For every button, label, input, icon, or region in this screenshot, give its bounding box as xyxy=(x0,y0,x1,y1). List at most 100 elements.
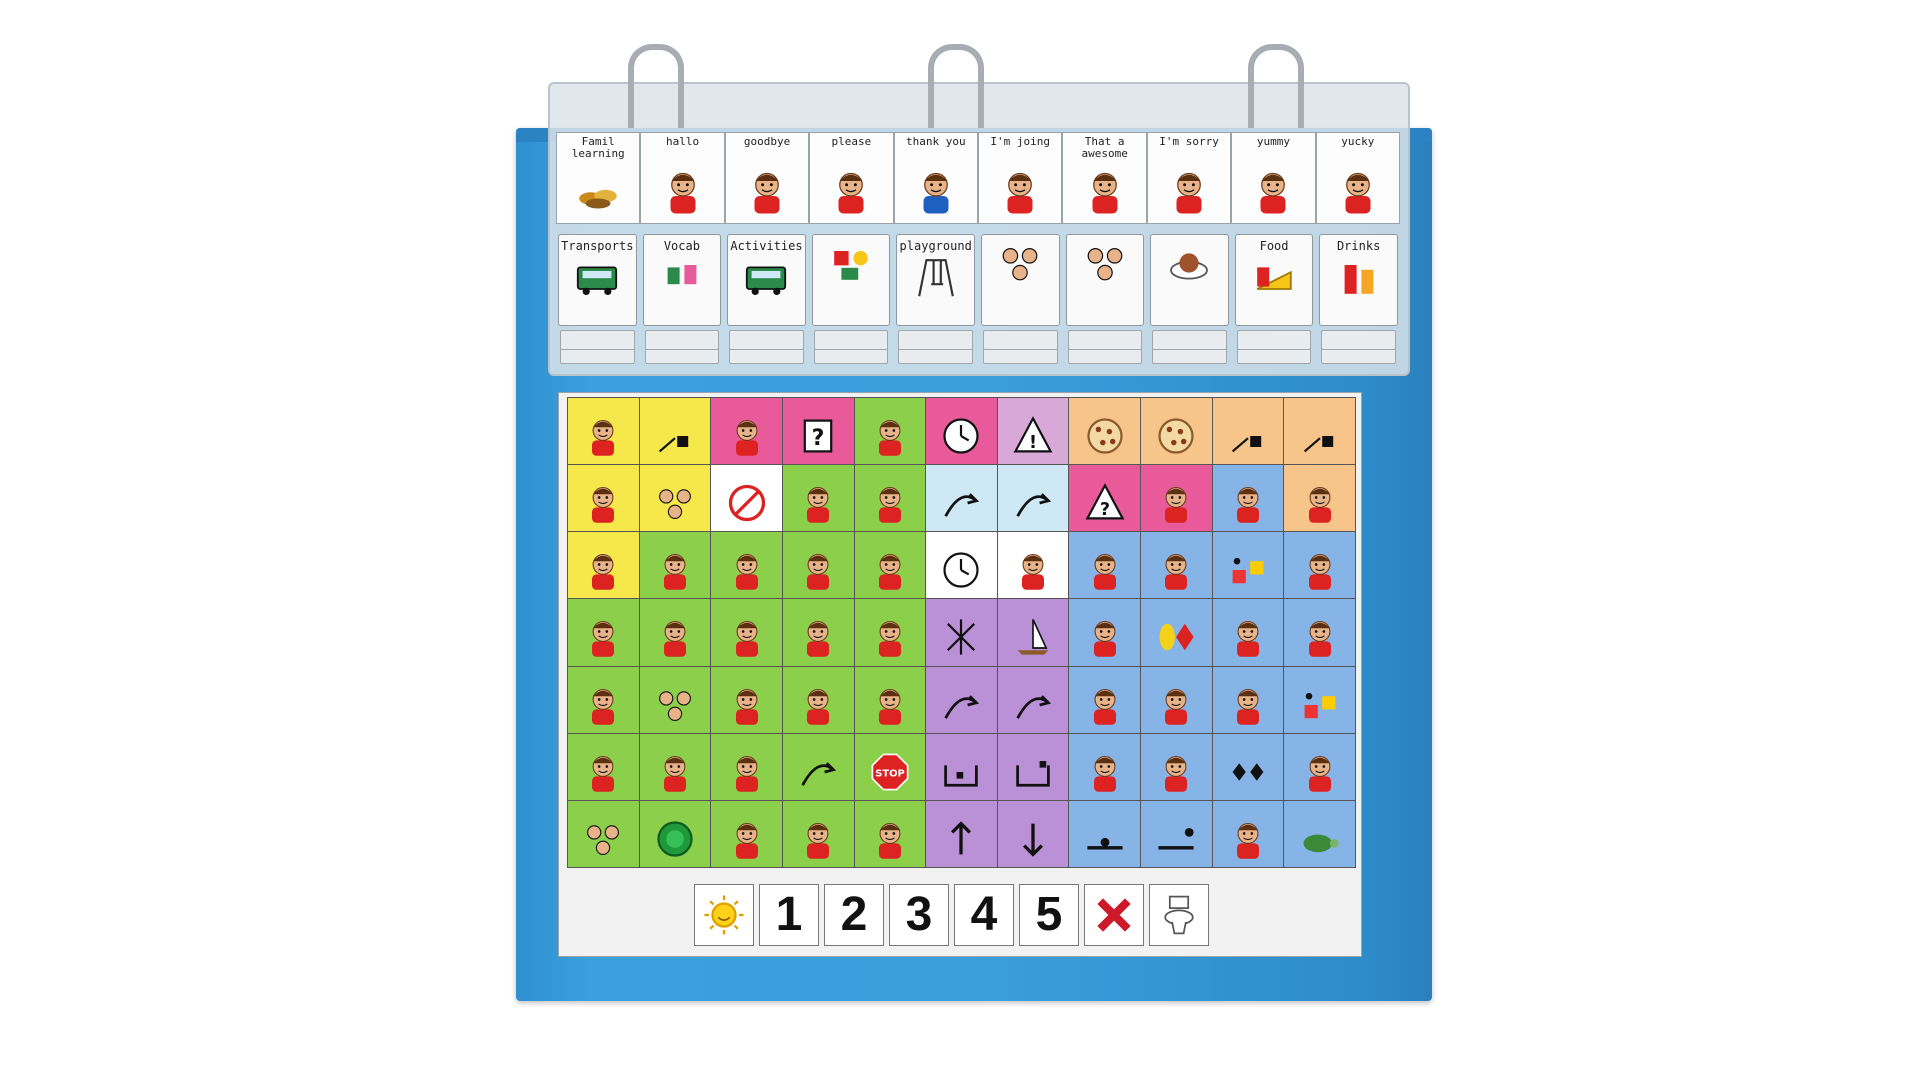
number-tile[interactable]: 3 xyxy=(889,884,949,946)
category-tab-stack[interactable] xyxy=(980,234,1060,364)
symbol-cell[interactable] xyxy=(568,532,640,600)
symbol-cell[interactable] xyxy=(568,398,640,466)
symbol-cell[interactable] xyxy=(1141,532,1213,600)
symbol-cell[interactable] xyxy=(568,599,640,667)
symbol-cell[interactable] xyxy=(1069,532,1142,600)
symbol-cell[interactable]: STOP xyxy=(854,733,927,801)
symbol-cell[interactable] xyxy=(1212,532,1285,600)
category-tab-stack[interactable]: Vocab xyxy=(642,234,722,364)
number-tile[interactable] xyxy=(1084,884,1144,946)
symbol-cell[interactable] xyxy=(639,599,712,667)
symbol-cell[interactable] xyxy=(854,465,927,533)
category-tab-stack[interactable] xyxy=(1150,234,1229,364)
symbol-cell[interactable] xyxy=(639,733,712,801)
symbol-cell[interactable] xyxy=(1069,666,1142,734)
symbol-cell[interactable]: ? xyxy=(1069,465,1142,533)
symbol-cell[interactable] xyxy=(639,666,712,734)
symbol-cell[interactable] xyxy=(1141,733,1213,801)
number-tile[interactable] xyxy=(1149,884,1209,946)
symbol-cell[interactable] xyxy=(1069,733,1142,801)
symbol-cell[interactable] xyxy=(782,666,855,734)
symbol-cell[interactable] xyxy=(1212,465,1285,533)
symbol-cell[interactable] xyxy=(639,800,712,868)
category-tab[interactable] xyxy=(1150,234,1229,326)
symbol-cell[interactable] xyxy=(782,532,855,600)
symbol-cell[interactable] xyxy=(711,465,783,533)
symbol-cell[interactable] xyxy=(711,398,783,466)
symbol-cell[interactable] xyxy=(711,800,783,868)
symbol-cell[interactable] xyxy=(639,465,712,533)
symbol-cell[interactable] xyxy=(854,398,927,466)
symbol-cell[interactable] xyxy=(568,666,640,734)
phrase-tile[interactable]: I'm joing xyxy=(978,132,1063,224)
symbol-cell[interactable] xyxy=(782,733,855,801)
symbol-cell[interactable] xyxy=(1141,398,1213,466)
symbol-cell[interactable] xyxy=(1141,800,1213,868)
symbol-cell[interactable] xyxy=(1212,666,1285,734)
symbol-cell[interactable] xyxy=(639,398,712,466)
category-tab[interactable] xyxy=(1065,234,1145,326)
category-tab-stack[interactable]: Activities xyxy=(727,234,806,364)
symbol-cell[interactable] xyxy=(854,800,927,868)
phrase-tile[interactable]: yummy xyxy=(1231,132,1316,224)
phrase-tile[interactable]: goodbye xyxy=(724,132,810,224)
symbol-cell[interactable] xyxy=(997,532,1070,600)
symbol-cell[interactable] xyxy=(1069,800,1142,868)
category-tab-stack[interactable]: playground xyxy=(896,234,975,364)
category-tab-stack[interactable]: Transports xyxy=(558,234,637,364)
category-tab[interactable]: Transports xyxy=(558,234,637,326)
symbol-cell[interactable] xyxy=(711,532,783,600)
phrase-tile[interactable]: hallo xyxy=(640,132,725,224)
symbol-cell[interactable] xyxy=(711,599,783,667)
symbol-cell[interactable] xyxy=(1141,465,1213,533)
symbol-cell[interactable]: ? xyxy=(782,398,855,466)
category-tab[interactable] xyxy=(980,234,1060,326)
symbol-cell[interactable] xyxy=(711,733,783,801)
category-tab-stack[interactable]: Drinks xyxy=(1319,234,1398,364)
symbol-cell[interactable] xyxy=(997,800,1070,868)
phrase-tile[interactable]: thank you xyxy=(893,132,979,224)
symbol-cell[interactable] xyxy=(926,398,998,466)
category-tab[interactable]: Drinks xyxy=(1319,234,1398,326)
phrase-tile[interactable]: yucky xyxy=(1315,132,1401,224)
number-tile[interactable]: 2 xyxy=(824,884,884,946)
number-tile[interactable]: 1 xyxy=(759,884,819,946)
symbol-cell[interactable] xyxy=(1284,465,1356,533)
symbol-cell[interactable] xyxy=(568,465,640,533)
symbol-cell[interactable] xyxy=(1284,599,1356,667)
symbol-cell[interactable] xyxy=(1212,599,1285,667)
symbol-cell[interactable] xyxy=(1284,532,1356,600)
symbol-cell[interactable] xyxy=(711,666,783,734)
symbol-cell[interactable] xyxy=(1141,666,1213,734)
symbol-cell[interactable]: ! xyxy=(997,398,1070,466)
symbol-cell[interactable] xyxy=(926,532,998,600)
symbol-cell[interactable] xyxy=(1284,733,1356,801)
symbol-cell[interactable] xyxy=(997,465,1070,533)
phrase-tile[interactable]: Famil learning xyxy=(556,132,641,224)
category-tab[interactable]: Activities xyxy=(727,234,806,326)
phrase-tile[interactable]: please xyxy=(809,132,894,224)
symbol-cell[interactable] xyxy=(926,666,998,734)
symbol-cell[interactable] xyxy=(854,532,927,600)
symbol-cell[interactable] xyxy=(997,599,1070,667)
category-tab[interactable] xyxy=(811,234,891,326)
symbol-cell[interactable] xyxy=(782,800,855,868)
symbol-cell[interactable] xyxy=(1212,800,1285,868)
category-tab[interactable]: Food xyxy=(1234,234,1314,326)
symbol-cell[interactable] xyxy=(1069,599,1142,667)
category-tab[interactable]: playground xyxy=(896,234,975,326)
symbol-cell[interactable] xyxy=(926,800,998,868)
symbol-cell[interactable] xyxy=(1284,666,1356,734)
symbol-cell[interactable] xyxy=(782,599,855,667)
symbol-cell[interactable] xyxy=(926,465,998,533)
symbol-cell[interactable] xyxy=(926,599,998,667)
number-tile[interactable]: 4 xyxy=(954,884,1014,946)
symbol-cell[interactable] xyxy=(926,733,998,801)
symbol-cell[interactable] xyxy=(1284,398,1356,466)
number-tile[interactable] xyxy=(694,884,754,946)
category-tab[interactable]: Vocab xyxy=(642,234,722,326)
symbol-cell[interactable] xyxy=(854,599,927,667)
symbol-cell[interactable] xyxy=(1284,800,1356,868)
symbol-cell[interactable] xyxy=(1212,398,1285,466)
phrase-tile[interactable]: That a awesome xyxy=(1062,132,1147,224)
